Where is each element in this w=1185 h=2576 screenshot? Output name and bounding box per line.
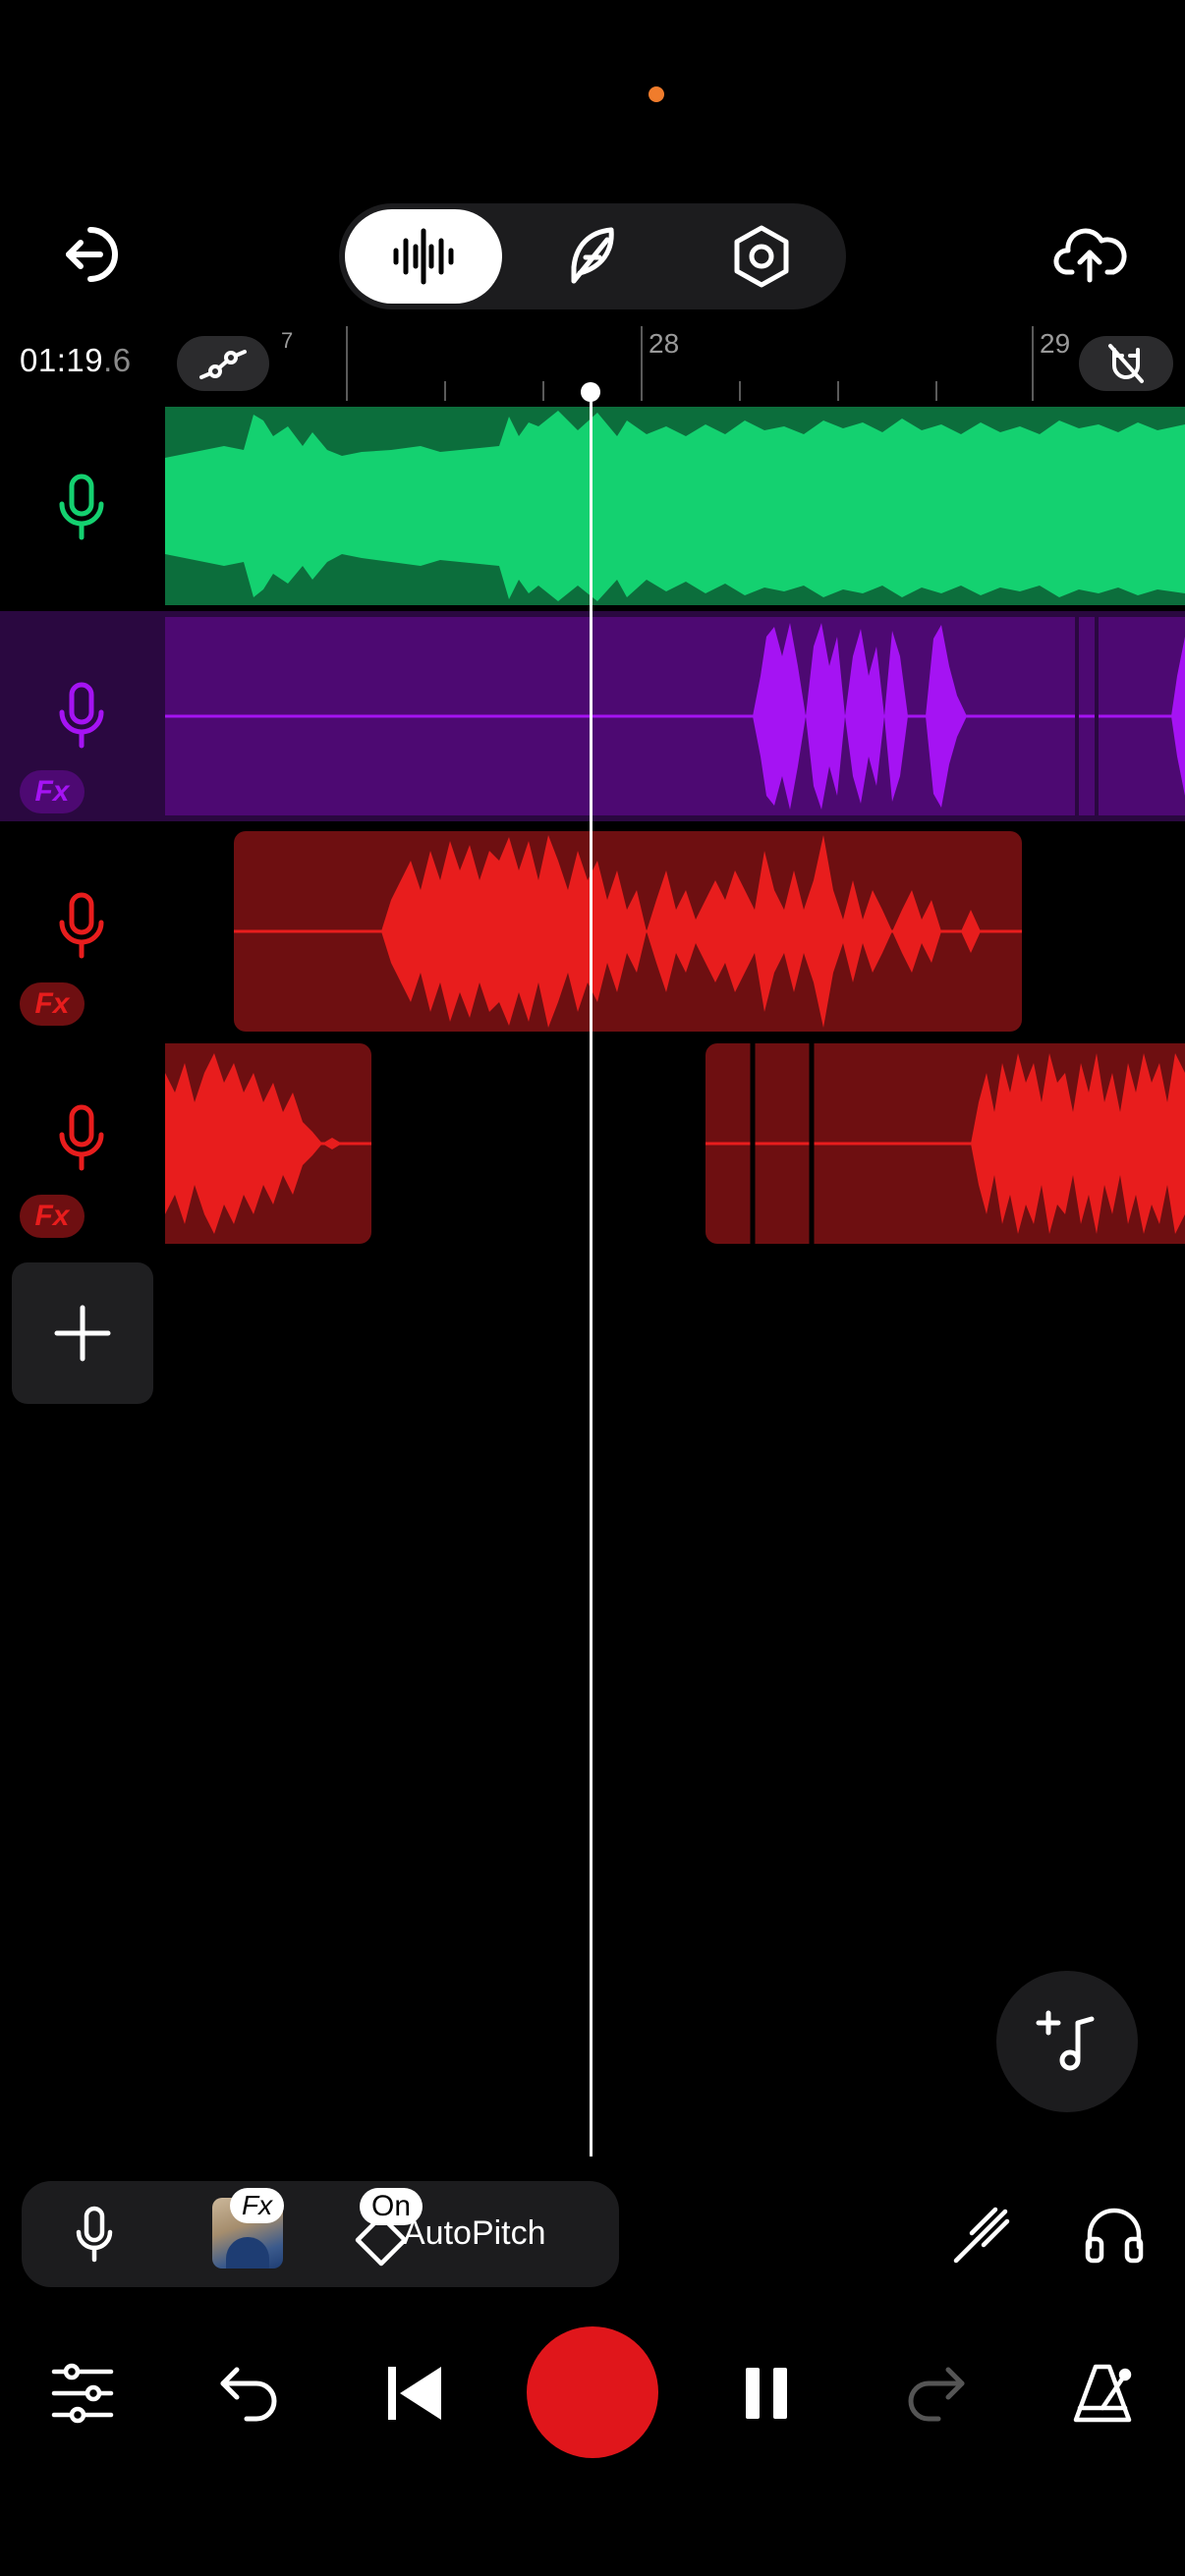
track-2-waveform: [165, 617, 1185, 815]
track-3-clip[interactable]: [234, 831, 1022, 1032]
skip-back-icon: [388, 2367, 441, 2420]
pause-button[interactable]: [717, 2344, 816, 2442]
ruler-minor-tick: [837, 381, 839, 401]
magnet-off-icon: [1108, 344, 1144, 383]
add-music-icon: [1036, 2010, 1095, 2071]
redo-icon: [908, 2367, 965, 2422]
waveform-mode-tab[interactable]: [345, 209, 502, 304]
ruler-major-tick: [641, 326, 643, 401]
mic-icon: [59, 1104, 104, 1171]
settings-hex-icon: [734, 225, 789, 288]
mic-icon: [59, 474, 104, 540]
snap-toggle-button[interactable]: [1079, 336, 1173, 391]
ruler-label-28: 28: [649, 328, 680, 359]
upload-button[interactable]: [1045, 210, 1134, 299]
playhead-handle[interactable]: [581, 382, 600, 402]
cloud-upload-icon: [1053, 228, 1127, 283]
undo-icon: [220, 2367, 277, 2422]
thumbnail-figure: [226, 2237, 269, 2268]
headphones-icon: [1085, 2208, 1144, 2264]
timeline-ruler[interactable]: 7 28 29: [163, 324, 1185, 403]
skip-back-button[interactable]: [366, 2344, 464, 2442]
mixer-sliders-icon: [51, 2363, 114, 2424]
playhead-line[interactable]: [590, 391, 592, 2156]
track-3-fx-badge[interactable]: Fx: [20, 982, 85, 1026]
add-track-button[interactable]: [12, 1262, 153, 1404]
ruler-minor-tick: [739, 381, 741, 401]
edit-mode-tab[interactable]: [514, 209, 671, 304]
track-2-fx-badge[interactable]: Fx: [20, 770, 85, 813]
ruler-label-prev: 7: [281, 328, 294, 353]
settings-mode-tab[interactable]: [683, 209, 840, 304]
exit-button[interactable]: [49, 210, 138, 299]
mic-icon: [59, 892, 104, 959]
ruler-minor-tick: [444, 381, 446, 401]
track-2-clip[interactable]: [165, 617, 1185, 815]
metronome-icon: [1073, 2364, 1132, 2423]
ruler-minor-tick: [542, 381, 544, 401]
mode-segmented-control: [339, 203, 846, 309]
tuner-button[interactable]: [933, 2185, 1032, 2283]
monitor-button[interactable]: [1065, 2185, 1163, 2283]
track-4-clip-b[interactable]: [705, 1043, 1185, 1244]
record-button[interactable]: [527, 2326, 658, 2458]
time-main: 01:19: [20, 342, 104, 378]
tuning-fork-icon: [953, 2207, 1010, 2264]
track-1-clip[interactable]: [165, 407, 1185, 605]
waveform-icon: [393, 228, 454, 285]
track-1-waveform: [165, 411, 1185, 601]
track-4-clip-a[interactable]: [165, 1043, 371, 1244]
redo-button[interactable]: [886, 2344, 985, 2442]
track-4-waveform-a: [165, 1053, 371, 1234]
time-readout: 01:19.6: [20, 342, 132, 379]
input-source-button[interactable]: [45, 2185, 143, 2283]
metronome-button[interactable]: [1053, 2344, 1152, 2442]
effect-fx-badge: Fx: [230, 2188, 285, 2223]
recording-indicator-dot: [649, 86, 664, 102]
ruler-label-29: 29: [1040, 328, 1071, 359]
plus-icon: [54, 1305, 111, 1362]
time-fraction: .6: [103, 342, 132, 378]
add-music-button[interactable]: [996, 1971, 1138, 2112]
pause-icon: [746, 2368, 787, 2419]
exit-icon: [66, 227, 118, 282]
track-1-header[interactable]: [0, 407, 163, 609]
mixer-button[interactable]: [33, 2344, 132, 2442]
ruler-minor-tick: [935, 381, 937, 401]
undo-button[interactable]: [200, 2344, 299, 2442]
feather-icon: [571, 227, 614, 284]
track-3-waveform: [234, 835, 1022, 1028]
mic-icon: [76, 2206, 113, 2263]
ruler-minor-tick: [346, 381, 348, 401]
mic-icon: [59, 682, 104, 749]
track-4-fx-badge[interactable]: Fx: [20, 1195, 85, 1238]
track-4-waveform-b: [705, 1043, 1185, 1244]
ruler-major-tick: [1032, 326, 1034, 401]
autopitch-label: AutoPitch: [403, 2214, 546, 2252]
